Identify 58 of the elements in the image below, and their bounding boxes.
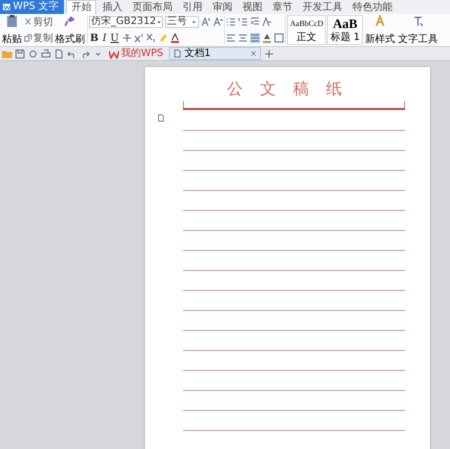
align-left-icon[interactable]	[226, 33, 236, 43]
font-size-dropdown[interactable]: 三号	[165, 16, 199, 28]
caret-icon[interactable]	[191, 19, 197, 26]
caret-icon[interactable]	[156, 19, 162, 26]
copy-icon[interactable]	[24, 34, 32, 42]
undo-icon[interactable]	[67, 48, 77, 58]
copy-button[interactable]: 复制	[24, 32, 53, 44]
indent-icon[interactable]	[250, 17, 260, 27]
menu-tab[interactable]: 插入	[98, 0, 126, 14]
format-button[interactable]: U	[109, 32, 120, 44]
wps-logo-icon[interactable]	[109, 48, 119, 58]
numbered-list-icon[interactable]	[238, 17, 248, 27]
new-tab-icon[interactable]	[264, 48, 274, 58]
superscript-icon[interactable]	[134, 33, 144, 44]
format-button[interactable]: B	[89, 32, 100, 44]
paragraph-marker-icon[interactable]	[157, 114, 165, 122]
new-style-button[interactable]: 新样式	[364, 14, 396, 46]
menu-tab[interactable]: 开发工具	[298, 0, 346, 14]
menu-tab[interactable]: 页面布局	[128, 0, 176, 14]
menu-tab[interactable]: 审阅	[208, 0, 236, 14]
bullet-list-icon[interactable]	[226, 17, 236, 27]
style-preset[interactable]: AaBbCcD 正文	[287, 15, 326, 45]
clipboard-icon[interactable]	[6, 15, 18, 27]
font-color-icon[interactable]	[170, 33, 180, 44]
menu-tab[interactable]: 章节	[268, 0, 296, 14]
font-family-dropdown[interactable]: 仿宋_GB2312	[89, 16, 163, 28]
cut-button[interactable]: 剪切	[24, 16, 53, 28]
style-preset[interactable]: AaB 标题 1	[327, 15, 363, 45]
save-icon[interactable]	[15, 48, 25, 58]
redo-icon[interactable]	[80, 48, 90, 58]
document-icon[interactable]	[54, 48, 64, 58]
shrink-font-icon[interactable]	[213, 17, 223, 28]
file-icon[interactable]	[173, 49, 182, 58]
menu-tab[interactable]: 开始	[66, 0, 96, 14]
menu-tab[interactable]: 视图	[238, 0, 266, 14]
paste-button[interactable]: 粘贴	[1, 14, 23, 46]
document-tab[interactable]: 我的WPS	[106, 47, 166, 60]
subscript-icon[interactable]	[146, 33, 156, 44]
justify-icon[interactable]	[250, 33, 260, 43]
scissors-icon[interactable]	[24, 18, 32, 26]
close-icon[interactable]	[250, 50, 258, 57]
menu-tab[interactable]: 特色功能	[348, 0, 396, 14]
logo-icon[interactable]	[3, 3, 11, 11]
brush-icon[interactable]	[64, 15, 76, 27]
app-menu-button[interactable]: WPS 文字	[0, 0, 64, 14]
strikethrough-icon[interactable]	[122, 33, 132, 44]
shading-icon[interactable]	[262, 33, 272, 43]
printer-icon[interactable]	[41, 48, 51, 58]
document-tab[interactable]: 文档1	[169, 47, 262, 60]
format-button[interactable]: I	[101, 32, 108, 44]
border-icon[interactable]	[274, 33, 284, 43]
text-tools-icon[interactable]	[412, 15, 424, 27]
format-painter-button[interactable]: 格式刷	[54, 14, 86, 46]
grow-font-icon[interactable]	[201, 17, 211, 28]
menu-tab[interactable]: 引用	[178, 0, 206, 14]
text-tools-button[interactable]: 文字工具	[396, 14, 439, 46]
document-title: 公 文 稿 纸	[226, 79, 350, 100]
align-center-icon[interactable]	[238, 33, 248, 43]
